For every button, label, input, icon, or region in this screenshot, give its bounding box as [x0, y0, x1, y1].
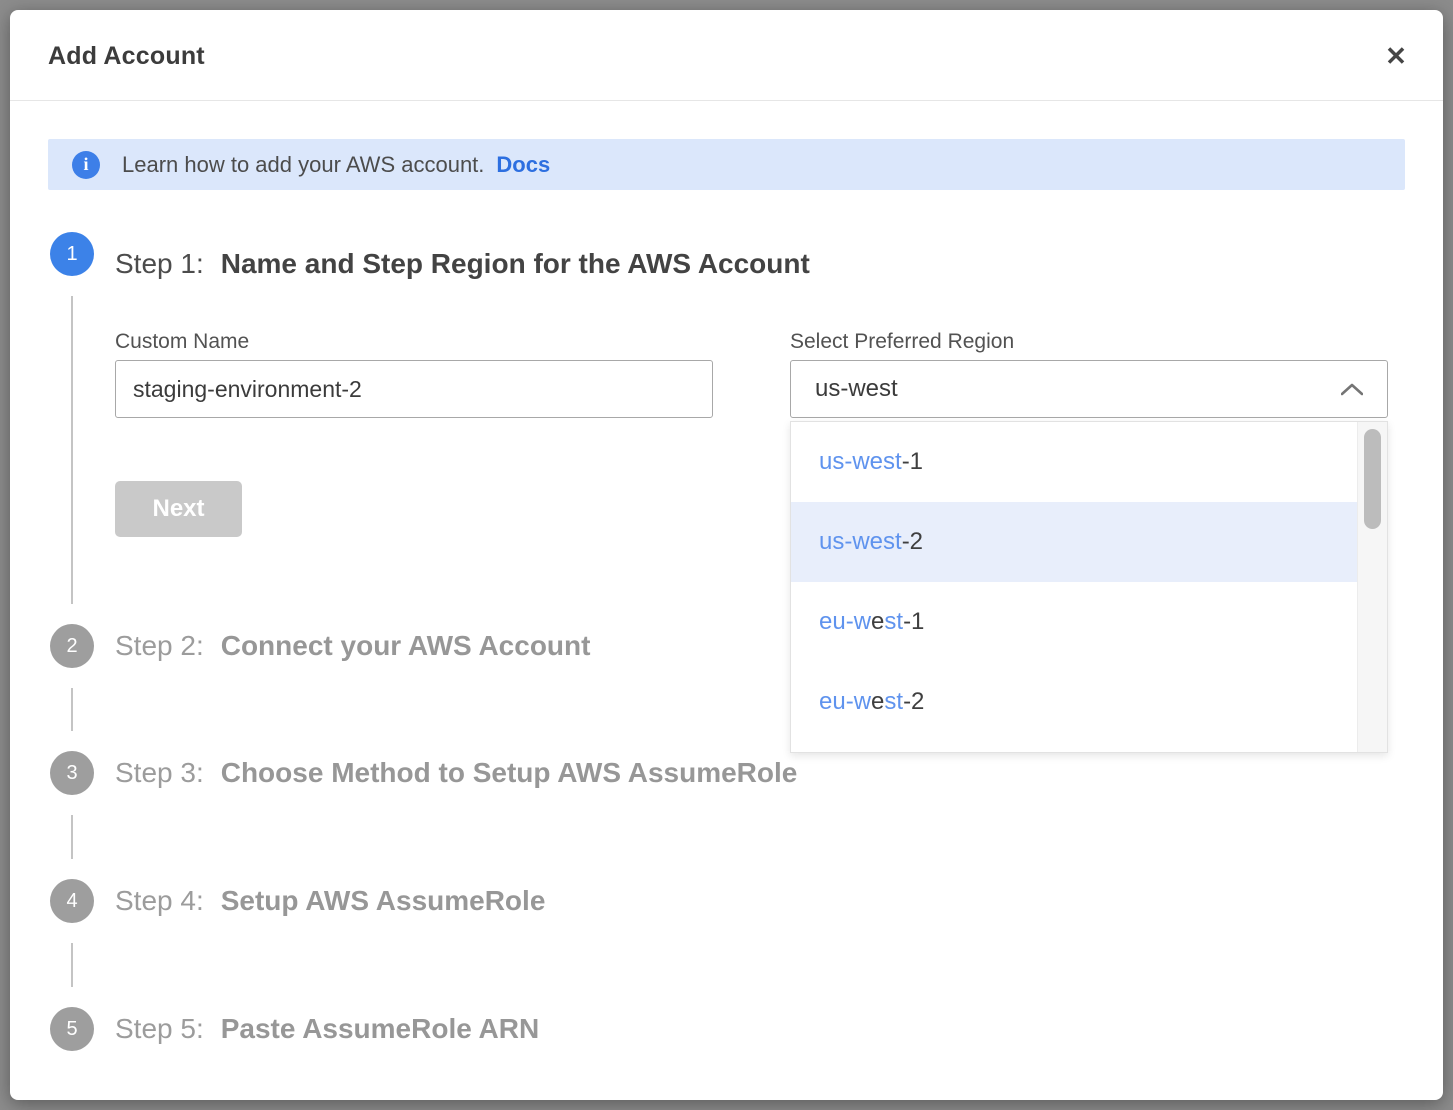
connector-step2-step3: [71, 688, 73, 731]
step-1-number: 1: [66, 243, 77, 266]
step-2-heading: Step 2: Connect your AWS Account: [115, 624, 590, 668]
step-3-number: 3: [66, 762, 77, 785]
region-option-us-west-2[interactable]: us-west-2: [791, 502, 1358, 582]
docs-link[interactable]: Docs: [496, 152, 550, 178]
step-2-prefix: Step 2:: [115, 630, 204, 662]
option-rest-text: -2: [902, 528, 923, 556]
option-match-text: st: [884, 688, 903, 716]
option-match-text: eu-w: [819, 688, 871, 716]
custom-name-label: Custom Name: [115, 330, 249, 354]
add-account-modal: Add Account ✕ i Learn how to add your AW…: [10, 10, 1443, 1100]
custom-name-input[interactable]: [115, 360, 713, 418]
step-4-heading: Step 4: Setup AWS AssumeRole: [115, 879, 545, 923]
option-match-text: us-west: [819, 448, 902, 476]
step-2-circle: 2: [50, 624, 94, 668]
banner-text: Learn how to add your AWS account.: [122, 152, 484, 178]
connector-step4-step5: [71, 943, 73, 987]
connector-step3-step4: [71, 815, 73, 859]
step-5-prefix: Step 5:: [115, 1013, 204, 1045]
connector-step1-step2: [71, 296, 73, 604]
step-1-heading: Step 1: Name and Step Region for the AWS…: [115, 242, 810, 286]
step-3-prefix: Step 3:: [115, 757, 204, 789]
step-5-heading: Step 5: Paste AssumeRole ARN: [115, 1007, 539, 1051]
option-rest-text: -1: [903, 608, 924, 636]
option-match-text: us-west: [819, 528, 902, 556]
region-option-eu-west-2[interactable]: eu-west-2: [791, 662, 1358, 742]
info-icon: i: [72, 151, 100, 179]
step-3-title: Choose Method to Setup AWS AssumeRole: [221, 757, 798, 789]
option-rest-text: e: [871, 688, 884, 716]
step-1-circle: 1: [50, 232, 94, 276]
step-4-circle: 4: [50, 879, 94, 923]
option-match-text: eu-w: [819, 608, 871, 636]
dropdown-scrollbar-thumb[interactable]: [1364, 429, 1381, 529]
option-rest-text: -1: [902, 448, 923, 476]
step-2-title: Connect your AWS Account: [221, 630, 591, 662]
close-icon[interactable]: ✕: [1376, 36, 1416, 76]
option-rest-text: -2: [903, 688, 924, 716]
info-banner: i Learn how to add your AWS account. Doc…: [48, 139, 1405, 190]
region-option-us-west-1[interactable]: us-west-1: [791, 422, 1358, 502]
option-match-text: st: [884, 608, 903, 636]
region-option-eu-west-1[interactable]: eu-west-1: [791, 582, 1358, 662]
header-divider: [10, 100, 1443, 101]
step-4-prefix: Step 4:: [115, 885, 204, 917]
step-4-number: 4: [66, 890, 77, 913]
chevron-up-icon: [1341, 383, 1363, 396]
step-5-number: 5: [66, 1018, 77, 1041]
step-5-circle: 5: [50, 1007, 94, 1051]
step-3-circle: 3: [50, 751, 94, 795]
page-title: Add Account: [48, 42, 205, 71]
region-select[interactable]: us-west: [790, 360, 1388, 418]
step-1-prefix: Step 1:: [115, 248, 204, 280]
step-2-number: 2: [66, 635, 77, 658]
step-5-title: Paste AssumeRole ARN: [221, 1013, 539, 1045]
region-label: Select Preferred Region: [790, 330, 1014, 354]
step-1-title: Name and Step Region for the AWS Account: [221, 248, 810, 280]
region-select-value: us-west: [815, 375, 898, 403]
region-dropdown-menu: us-west-1 us-west-2 eu-west-1 eu-west-2: [790, 421, 1388, 753]
step-3-heading: Step 3: Choose Method to Setup AWS Assum…: [115, 751, 797, 795]
next-button[interactable]: Next: [115, 481, 242, 537]
option-rest-text: e: [871, 608, 884, 636]
step-4-title: Setup AWS AssumeRole: [221, 885, 546, 917]
dropdown-scrollbar[interactable]: [1357, 422, 1387, 752]
